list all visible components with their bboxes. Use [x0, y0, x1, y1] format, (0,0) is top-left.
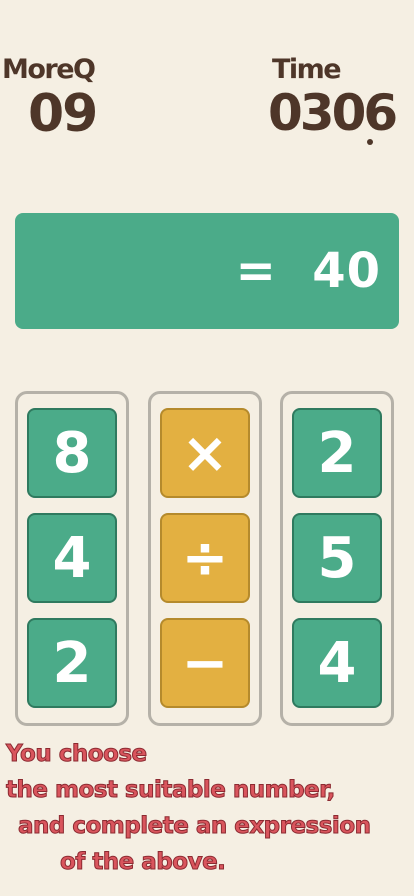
divide-operator-tile[interactable]: ÷ [160, 513, 250, 603]
time-decimal-dot [367, 139, 373, 145]
number-tile[interactable]: 4 [292, 618, 382, 708]
number-column-left: 8 4 2 [15, 391, 129, 726]
moreq-label: MoreQ [2, 54, 96, 85]
time-label: Time [272, 54, 342, 85]
number-tile[interactable]: 4 [27, 513, 117, 603]
number-tile[interactable]: 2 [27, 618, 117, 708]
moreq-value: 09 [28, 84, 98, 144]
number-tile[interactable]: 5 [292, 513, 382, 603]
number-tile[interactable]: 2 [292, 408, 382, 498]
instruction-line: of the above. [60, 849, 227, 876]
time-value: 0306 [268, 84, 398, 142]
instruction-line: You choose [6, 741, 148, 768]
instruction-line: the most suitable number, [6, 777, 336, 804]
subtract-operator-tile[interactable]: − [160, 618, 250, 708]
expression-panel: = 40 [15, 213, 399, 329]
number-column-right: 2 5 4 [280, 391, 394, 726]
operator-column: × ÷ − [148, 391, 262, 726]
number-tile[interactable]: 8 [27, 408, 117, 498]
multiply-operator-tile[interactable]: × [160, 408, 250, 498]
expression-text: = 40 [235, 243, 381, 299]
instruction-line: and complete an expression [18, 813, 372, 840]
instructions: You choose the most suitable number, and… [6, 736, 414, 880]
